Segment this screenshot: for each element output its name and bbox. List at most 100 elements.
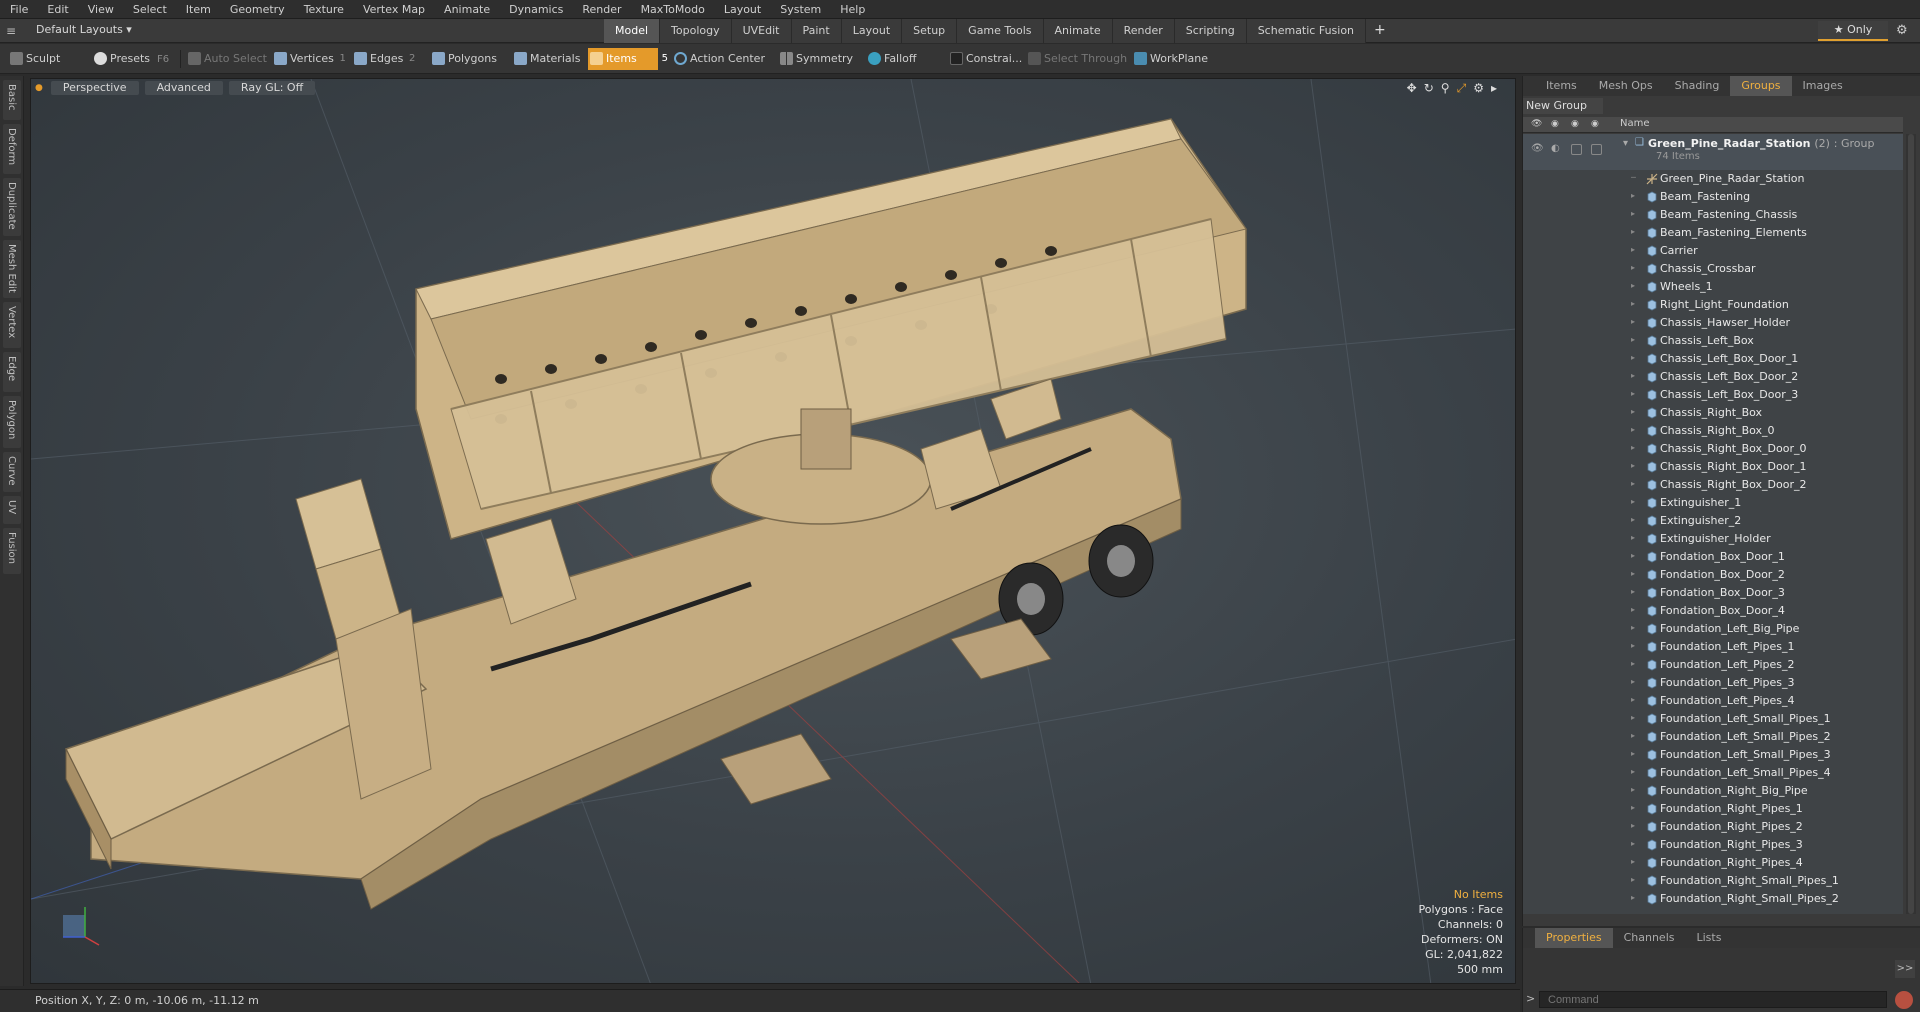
list-item[interactable]: ▸ Foundation_Left_Pipes_1: [1523, 638, 1903, 656]
action-center-button[interactable]: Action Center: [672, 48, 765, 70]
gear-icon[interactable]: ⚙: [1896, 23, 1908, 38]
tool-tab-duplicate[interactable]: Duplicate: [3, 178, 21, 236]
expand-arrow-icon[interactable]: ▸: [1631, 317, 1635, 326]
list-item[interactable]: ▸ Foundation_Left_Small_Pipes_3: [1523, 746, 1903, 764]
menu-help[interactable]: Help: [830, 0, 874, 19]
tool-tab-polygon[interactable]: Polygon: [3, 396, 21, 448]
expand-arrow-icon[interactable]: ▸: [1631, 893, 1635, 902]
layout-tab-paint[interactable]: Paint: [791, 19, 842, 43]
only-button[interactable]: ★ Only: [1818, 21, 1888, 41]
expand-arrow-icon[interactable]: ─: [1631, 173, 1636, 182]
list-item[interactable]: ▸ Foundation_Right_Small_Pipes_2: [1523, 890, 1903, 908]
new-group-button[interactable]: New Group: [1523, 98, 1603, 114]
pan-icon[interactable]: ✥: [1407, 81, 1417, 96]
polygons-button[interactable]: Polygons: [430, 48, 497, 70]
expand-arrow-icon[interactable]: ▸: [1631, 407, 1635, 416]
list-item[interactable]: ▸ Foundation_Right_Pipes_2: [1523, 818, 1903, 836]
list-item[interactable]: ▸ Beam_Fastening_Chassis: [1523, 206, 1903, 224]
symmetry-button[interactable]: Symmetry: [778, 48, 853, 70]
panel-tab-items[interactable]: Items: [1535, 76, 1588, 96]
expand-icon[interactable]: >>: [1895, 960, 1915, 978]
tool-tab-edge[interactable]: Edge: [3, 352, 21, 392]
expand-arrow-icon[interactable]: ▸: [1631, 623, 1635, 632]
lock-checkbox[interactable]: [1571, 144, 1582, 155]
list-item[interactable]: ▸ Foundation_Left_Pipes_2: [1523, 656, 1903, 674]
command-input[interactable]: [1539, 991, 1887, 1008]
layout-tab-scripting[interactable]: Scripting: [1174, 19, 1247, 43]
expand-arrow-icon[interactable]: ▸: [1631, 353, 1635, 362]
list-item[interactable]: ▸ Chassis_Right_Box_Door_0: [1523, 440, 1903, 458]
list-item[interactable]: ▸ Foundation_Left_Big_Pipe: [1523, 620, 1903, 638]
expand-arrow-icon[interactable]: ▸: [1631, 209, 1635, 218]
expand-arrow-icon[interactable]: ▸: [1631, 875, 1635, 884]
list-item[interactable]: ▸ Foundation_Right_Small_Pipes_1: [1523, 872, 1903, 890]
layout-tab-schematic-fusion[interactable]: Schematic Fusion: [1246, 19, 1367, 43]
sculpt-button[interactable]: Sculpt: [8, 48, 60, 70]
tool-tab-curve[interactable]: Curve: [3, 452, 21, 492]
list-item[interactable]: ▸ Foundation_Right_Pipes_3: [1523, 836, 1903, 854]
list-item[interactable]: ▸ Extinguisher_Holder: [1523, 530, 1903, 548]
list-item[interactable]: ▸ Foundation_Left_Pipes_4: [1523, 692, 1903, 710]
command-record-button[interactable]: [1895, 991, 1913, 1009]
expand-arrow-icon[interactable]: ▸: [1631, 821, 1635, 830]
expand-arrow-icon[interactable]: ▸: [1631, 425, 1635, 434]
expand-arrow-icon[interactable]: ▸: [1631, 227, 1635, 236]
list-item[interactable]: ▸ Foundation_Left_Pipes_3: [1523, 674, 1903, 692]
expand-arrow-icon[interactable]: ▸: [1631, 659, 1635, 668]
list-item[interactable]: ▸ Chassis_Right_Box_0: [1523, 422, 1903, 440]
properties-tab-properties[interactable]: Properties: [1535, 928, 1613, 948]
expand-arrow-icon[interactable]: ▸: [1631, 569, 1635, 578]
list-item[interactable]: ▸ Carrier: [1523, 242, 1903, 260]
materials-button[interactable]: Materials: [512, 48, 580, 70]
panel-tab-shading[interactable]: Shading: [1664, 76, 1731, 96]
list-item[interactable]: ▸ Foundation_Right_Pipes_4: [1523, 854, 1903, 872]
expand-arrow-icon[interactable]: ▸: [1631, 857, 1635, 866]
list-item[interactable]: ▸ Right_Light_Foundation: [1523, 296, 1903, 314]
expand-arrow-icon[interactable]: ▸: [1631, 281, 1635, 290]
list-item[interactable]: ▸ Extinguisher_1: [1523, 494, 1903, 512]
list-item[interactable]: ▸ Chassis_Hawser_Holder: [1523, 314, 1903, 332]
layout-home-icon[interactable]: ≡: [6, 24, 22, 38]
panel-tab-groups[interactable]: Groups: [1730, 76, 1792, 96]
tool-tab-mesh-edit[interactable]: Mesh Edit: [3, 240, 21, 298]
list-item[interactable]: ▸ Chassis_Left_Box_Door_1: [1523, 350, 1903, 368]
menu-file[interactable]: File: [0, 0, 37, 19]
expand-arrow-icon[interactable]: ▸: [1631, 713, 1635, 722]
tool-tab-deform[interactable]: Deform: [3, 124, 21, 174]
scrollbar-thumb[interactable]: [1908, 134, 1914, 914]
presets-button[interactable]: Presets F6: [92, 48, 169, 70]
expand-arrow-icon[interactable]: ▸: [1631, 299, 1635, 308]
lock-header-icon[interactable]: ◉: [1571, 119, 1582, 130]
list-item[interactable]: ▸ Foundation_Right_Big_Pipe: [1523, 782, 1903, 800]
properties-tab-channels[interactable]: Channels: [1613, 928, 1686, 948]
list-item[interactable]: ▸ Foundation_Left_Small_Pipes_2: [1523, 728, 1903, 746]
expand-arrow-icon[interactable]: ▸: [1631, 587, 1635, 596]
list-item[interactable]: ▸ Beam_Fastening: [1523, 188, 1903, 206]
list-item[interactable]: ▸ Chassis_Crossbar: [1523, 260, 1903, 278]
expand-arrow-icon[interactable]: ▸: [1631, 335, 1635, 344]
tool-tab-basic[interactable]: Basic: [3, 80, 21, 120]
edges-button[interactable]: Edges 2: [352, 48, 415, 70]
expand-arrow-icon[interactable]: ▸: [1631, 641, 1635, 650]
list-item[interactable]: ▸ Foundation_Right_Pipes_1: [1523, 800, 1903, 818]
tool-tab-vertex[interactable]: Vertex: [3, 302, 21, 348]
layout-tab-topology[interactable]: Topology: [660, 19, 732, 43]
layout-tab-game-tools[interactable]: Game Tools: [957, 19, 1044, 43]
menu-render[interactable]: Render: [572, 0, 630, 19]
rotate-icon[interactable]: ↻: [1424, 81, 1434, 96]
list-item[interactable]: ▸ Chassis_Right_Box_Door_1: [1523, 458, 1903, 476]
viewport-more-icon[interactable]: ▸: [1491, 81, 1497, 96]
group-row[interactable]: 👁 ◐ ▾ ❑ Green_Pine_Radar_Station (2) : G…: [1523, 134, 1903, 170]
list-item[interactable]: ▸ Foundation_Left_Small_Pipes_1: [1523, 710, 1903, 728]
list-item[interactable]: ▸ Chassis_Left_Box_Door_2: [1523, 368, 1903, 386]
fit-icon[interactable]: ⤢: [1457, 81, 1467, 96]
3d-viewport[interactable]: ● Perspective Advanced Ray GL: Off ✥ ↻ ⚲…: [30, 78, 1516, 984]
expand-arrow-icon[interactable]: ▸: [1631, 749, 1635, 758]
menu-system[interactable]: System: [770, 0, 830, 19]
items-button[interactable]: Items 5: [588, 48, 668, 70]
panel-tab-mesh-ops[interactable]: Mesh Ops: [1588, 76, 1664, 96]
expand-arrow-icon[interactable]: ▸: [1631, 533, 1635, 542]
expand-arrow-icon[interactable]: ▸: [1631, 497, 1635, 506]
falloff-button[interactable]: Falloff: [866, 48, 916, 70]
constraints-button[interactable]: Constrai...: [948, 48, 1022, 70]
